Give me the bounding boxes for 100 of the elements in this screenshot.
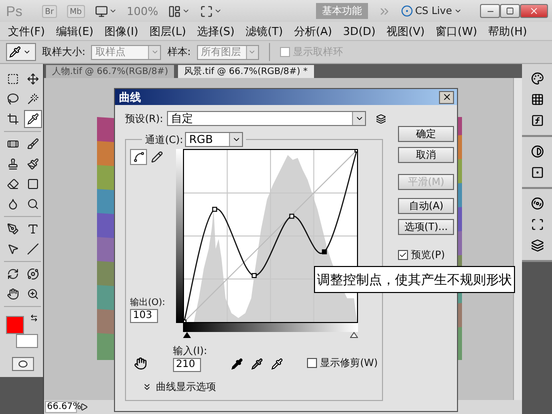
monitor-icon (94, 4, 108, 18)
arrow-pointer-icon (7, 243, 19, 255)
callout-note: 调整控制点，使其产生不规则形状 (314, 266, 515, 293)
scrollbar[interactable] (513, 78, 522, 400)
orbit-icon (27, 268, 39, 280)
stamp-icon (7, 158, 19, 170)
caret-icon (150, 48, 159, 56)
palette-icon[interactable] (530, 72, 544, 85)
pen-icon (7, 223, 19, 235)
document-tab[interactable]: 人物.tif @ 66.7%(RGB/8#) (46, 65, 174, 78)
menu-item[interactable]: 选择(S) (197, 24, 235, 38)
output-field[interactable]: 103 (130, 309, 158, 323)
droplet-icon (7, 198, 19, 210)
crop-icon (7, 113, 19, 125)
menu-item[interactable]: 编辑(E) (56, 24, 94, 38)
preset-label: 预设(R): (125, 112, 164, 126)
menu-item[interactable]: 3D(D) (343, 24, 376, 38)
eyedropper-tool[interactable] (24, 110, 42, 128)
show-clipping-checkbox[interactable]: 显示修剪(W) (307, 356, 378, 370)
square-icon (27, 178, 39, 190)
restore-button[interactable] (500, 4, 520, 18)
caret-icon (23, 48, 31, 56)
menu-item[interactable]: 图层(L) (149, 24, 186, 38)
check-icon (399, 251, 408, 259)
marquee-icon (7, 73, 19, 85)
ring-icon (401, 5, 414, 17)
bridge-button[interactable]: Br (42, 4, 57, 18)
contrast-icon[interactable] (530, 145, 544, 158)
dialog-button[interactable]: 取消 (398, 147, 454, 163)
disc-icon[interactable] (530, 197, 544, 210)
restore-icon (506, 7, 514, 15)
menu-item[interactable]: 视图(V) (386, 24, 425, 38)
monitor-menu[interactable] (94, 4, 117, 18)
preview-checkbox[interactable]: 预览(P) (398, 248, 454, 262)
magic-wand-icon (27, 93, 39, 105)
close-icon (529, 6, 539, 16)
minimize-button[interactable] (480, 4, 500, 18)
brush-icon (27, 138, 39, 150)
cs-live-button[interactable]: CS Live (401, 5, 462, 17)
preset-select[interactable]: 自定 (167, 111, 366, 126)
menu-item[interactable]: 图像(I) (104, 24, 138, 38)
close-icon (442, 92, 452, 102)
quick-mask-button[interactable] (12, 357, 34, 371)
menu-item[interactable]: 帮助(H) (488, 24, 527, 38)
frame-icon[interactable] (530, 218, 544, 231)
dialog-button[interactable]: 确定 (398, 126, 454, 142)
hand-icon[interactable] (134, 357, 147, 370)
caret-icon (108, 7, 117, 15)
preset-menu-icon[interactable] (376, 114, 386, 124)
pencil-icon (150, 151, 162, 163)
frame-icon (200, 4, 214, 18)
dialog-close-button[interactable] (439, 90, 454, 104)
paintbrush-icon (27, 158, 39, 170)
dialog-title: 曲线 (119, 90, 141, 104)
rotate-icon (7, 268, 19, 280)
output-label: 输出(O): (130, 296, 166, 309)
move-icon (27, 73, 39, 85)
mask-icon[interactable] (530, 166, 544, 179)
line-icon (27, 243, 39, 255)
app-logo: Ps (6, 3, 24, 19)
magnifier-icon (27, 198, 39, 210)
layout-icon (168, 4, 182, 18)
dialog-button[interactable]: 自动(A) (398, 198, 454, 214)
dialog-button[interactable]: 选项(T)... (398, 219, 454, 235)
caret-icon (214, 7, 222, 15)
eyedropper-icon[interactable] (251, 358, 264, 370)
eyedropper-icon[interactable] (231, 358, 244, 370)
layers-icon[interactable] (530, 239, 544, 252)
background-color-swatch[interactable] (16, 334, 38, 348)
menu-item[interactable]: 滤镜(T) (246, 24, 283, 38)
play-icon[interactable] (80, 403, 88, 411)
curve-icon (132, 151, 144, 163)
menu-item[interactable]: 分析(A) (294, 24, 332, 38)
caret-icon (232, 135, 241, 144)
grid-icon[interactable] (530, 93, 544, 106)
eyedropper-icon[interactable] (271, 358, 284, 370)
menu-item[interactable]: 窗口(W) (436, 24, 478, 38)
curve-tool[interactable] (130, 149, 147, 165)
input-field[interactable]: 210 (173, 358, 201, 372)
eraser-icon (7, 178, 19, 190)
eyedropper-icon (27, 113, 39, 125)
input-label: 输入(I): (173, 346, 208, 357)
type-icon (27, 223, 39, 235)
arrange-menu[interactable] (168, 4, 190, 18)
screen-mode-menu[interactable] (200, 4, 222, 18)
document-tab[interactable]: 风景.tif @ 66.7%(RGB/8#) * (178, 65, 314, 78)
channel-select[interactable]: RGB (185, 132, 244, 147)
bandage-icon (7, 138, 19, 150)
chevrons-down-icon (142, 382, 152, 392)
sample-label: 样本: (167, 46, 191, 59)
tool-preset-picker[interactable] (6, 43, 36, 61)
curve-graph[interactable] (183, 149, 358, 323)
display-options-toggle[interactable]: 曲线显示选项 (130, 372, 216, 396)
swap-icon[interactable] (30, 314, 38, 322)
menu-item[interactable]: 文件(F) (8, 24, 45, 38)
eyedropper-icon (9, 46, 21, 58)
mini-bridge-button[interactable]: Mb (66, 4, 85, 18)
function-icon[interactable] (530, 114, 544, 127)
close-button[interactable] (520, 4, 548, 18)
foreground-color-swatch[interactable] (6, 316, 24, 334)
